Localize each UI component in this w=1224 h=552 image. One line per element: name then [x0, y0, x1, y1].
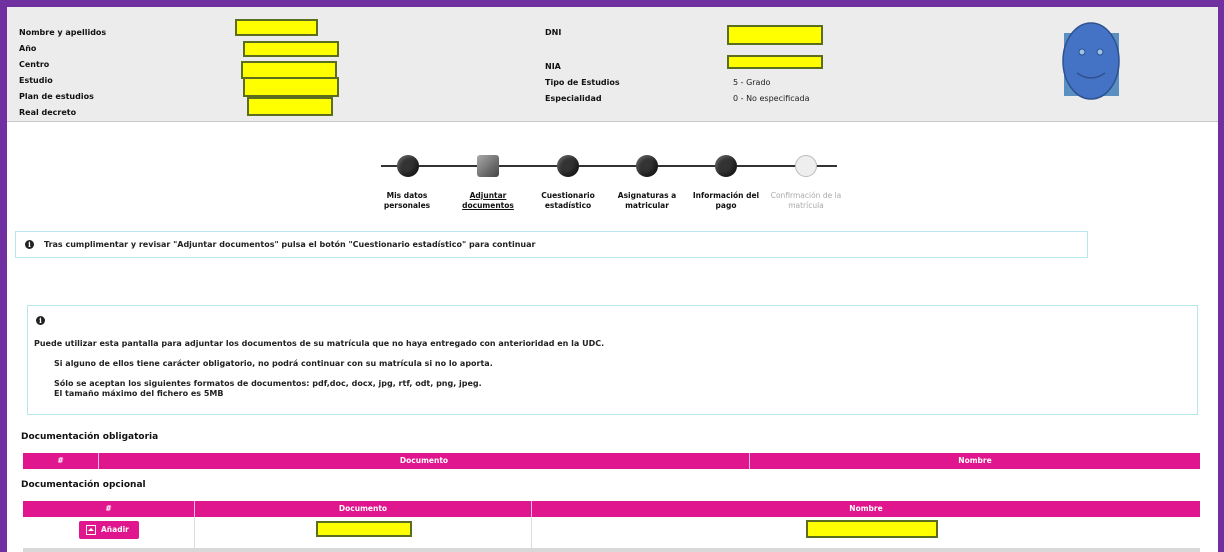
- step-label-1[interactable]: Mis datos personales: [367, 191, 447, 211]
- page-frame: Nombre y apellidos Año Centro Estudio Pl…: [7, 7, 1218, 552]
- col-document: Documento: [195, 501, 532, 517]
- step-label-4[interactable]: Asignaturas a matricular: [607, 191, 687, 211]
- table-row: Añadir: [23, 517, 1200, 549]
- step-dot-1[interactable]: [397, 155, 419, 177]
- step-dot-3[interactable]: [557, 155, 579, 177]
- student-photo: [1062, 22, 1120, 100]
- name-redaction: [235, 19, 318, 36]
- notice-text: Tras cumplimentar y revisar "Adjuntar do…: [44, 240, 536, 249]
- add-button-label: Añadir: [101, 525, 129, 534]
- specialty-label: Especialidad: [545, 94, 602, 103]
- name-redaction: [806, 520, 938, 538]
- info-line-2: Si alguno de ellos tiene carácter obliga…: [54, 359, 493, 368]
- step-label-5[interactable]: Información del pago: [686, 191, 766, 211]
- study-type-label: Tipo de Estudios: [545, 78, 620, 87]
- mandatory-title: Documentación obligatoria: [21, 432, 159, 442]
- progress-steps: Mis datos personales Adjuntar documentos…: [377, 147, 847, 227]
- row-cell-name: [532, 517, 1200, 548]
- center-label: Centro: [19, 60, 50, 69]
- document-redaction: [316, 521, 412, 537]
- info-line-4: El tamaño máximo del fichero es 5MB: [54, 389, 224, 398]
- info-line-1: Puede utilizar esta pantalla para adjunt…: [34, 339, 605, 348]
- col-number: #: [23, 501, 195, 517]
- year-label: Año: [19, 44, 37, 53]
- info-icon: i: [25, 240, 34, 249]
- study-redaction: [243, 77, 339, 97]
- step-dot-6[interactable]: [795, 155, 817, 177]
- study-type-value: 5 - Grado: [733, 78, 771, 87]
- col-name: Nombre: [849, 504, 883, 513]
- study-label: Estudio: [19, 76, 53, 85]
- table-row: [23, 548, 1200, 552]
- row-cell-number: Añadir: [23, 517, 195, 548]
- student-info-panel: Nombre y apellidos Año Centro Estudio Pl…: [7, 7, 1218, 122]
- nia-label: NIA: [545, 62, 561, 71]
- step-label-6: Confirmación de la matrícula: [770, 191, 842, 210]
- step-dot-4[interactable]: [636, 155, 658, 177]
- step-label-2[interactable]: Adjuntar documentos: [448, 191, 528, 211]
- info-icon: i: [36, 316, 45, 325]
- steps-line: [381, 165, 837, 167]
- info-box: i Puede utilizar esta pantalla para adju…: [27, 305, 1198, 415]
- decree-label: Real decreto: [19, 108, 77, 117]
- continue-notice: i Tras cumplimentar y revisar "Adjuntar …: [15, 231, 1088, 258]
- upload-icon: [86, 525, 96, 535]
- optional-title: Documentación opcional: [21, 480, 146, 490]
- add-document-button[interactable]: Añadir: [79, 521, 139, 539]
- dni-label: DNI: [545, 28, 562, 37]
- specialty-value: 0 - No especificada: [733, 94, 810, 103]
- info-line-3: Sólo se aceptan los siguientes formatos …: [54, 379, 482, 388]
- nia-redaction: [727, 55, 823, 69]
- col-name: Nombre: [958, 456, 992, 465]
- dni-redaction: [727, 25, 823, 45]
- step-label-3[interactable]: Cuestionario estadístico: [528, 191, 608, 211]
- row-cell-document: [195, 517, 532, 548]
- avatar-face-icon: [1062, 22, 1120, 100]
- col-document: Documento: [99, 453, 750, 469]
- plan-redaction: [247, 97, 333, 116]
- mandatory-table-header: # Documento Nombre: [23, 453, 1200, 469]
- name-label: Nombre y apellidos: [19, 28, 107, 37]
- step-dot-2[interactable]: [477, 155, 499, 177]
- col-number: #: [23, 453, 99, 469]
- step-dot-5[interactable]: [715, 155, 737, 177]
- plan-label: Plan de estudios: [19, 92, 94, 101]
- optional-table-header: # Documento Nombre: [23, 501, 1200, 517]
- year-redaction: [243, 41, 339, 57]
